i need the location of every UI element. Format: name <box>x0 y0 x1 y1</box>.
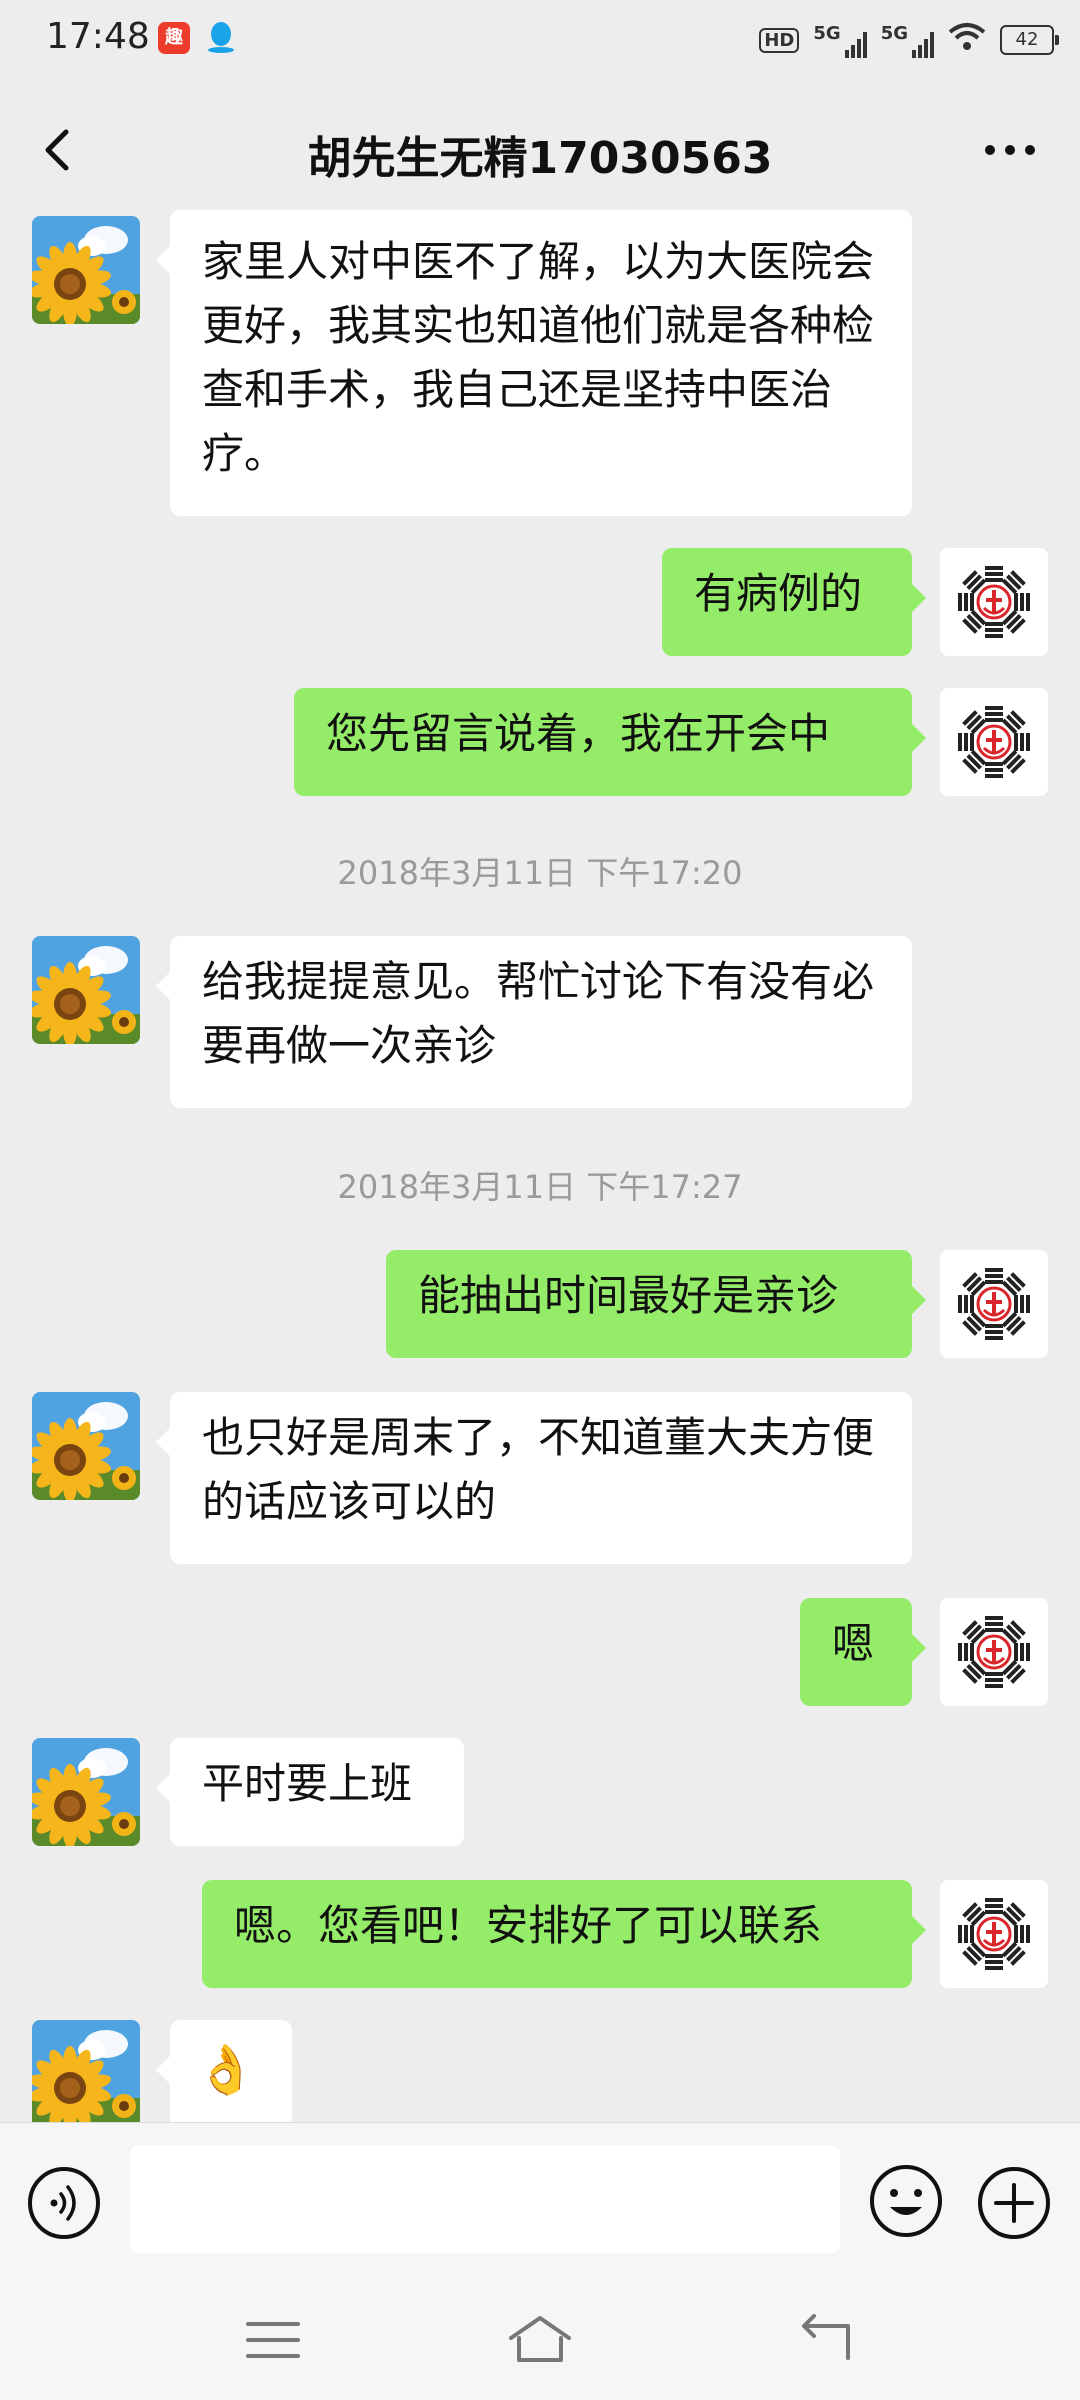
signal-icon: 5G <box>813 23 867 58</box>
hd-icon: HD <box>759 27 800 53</box>
contact-avatar[interactable] <box>32 2020 140 2122</box>
contact-avatar[interactable] <box>32 1392 140 1500</box>
my-avatar[interactable] <box>940 1250 1048 1358</box>
voice-button[interactable] <box>28 2167 100 2239</box>
qq-icon <box>206 20 236 58</box>
my-avatar[interactable] <box>940 1598 1048 1706</box>
logo-avatar-image <box>940 1880 1048 1988</box>
my-avatar[interactable] <box>940 548 1048 656</box>
contact-avatar[interactable] <box>32 936 140 1044</box>
home-icon <box>509 2316 571 2362</box>
more-dots-icon <box>985 145 1035 155</box>
sent-message[interactable]: 嗯 <box>800 1598 926 1706</box>
notification-app-icon: 趣 <box>158 22 190 54</box>
contact-avatar[interactable] <box>32 216 140 324</box>
voice-icon <box>50 2185 76 2221</box>
received-message[interactable]: 家里人对中医不了解，以为大医院会更好，我其实也知道他们就是各种检查和手术，我自己… <box>156 210 912 516</box>
home-nav-button[interactable] <box>505 2308 575 2372</box>
message-input[interactable] <box>130 2145 840 2253</box>
logo-avatar-image <box>940 1598 1048 1706</box>
received-message[interactable]: 也只好是周末了，不知道董大夫方便的话应该可以的 <box>156 1392 912 1564</box>
input-bar <box>0 2122 1080 2283</box>
system-nav-bar <box>0 2282 1080 2400</box>
more-button[interactable] <box>980 126 1040 174</box>
logo-avatar-image <box>940 688 1048 796</box>
contact-avatar[interactable] <box>32 1738 140 1846</box>
logo-avatar-image <box>940 548 1048 656</box>
signal-icon-2: 5G <box>881 23 934 58</box>
chat-header: 胡先生无精17030563 <box>0 90 1080 210</box>
sunflower-avatar-image <box>32 1738 140 1846</box>
plus-button[interactable] <box>978 2167 1050 2239</box>
sunflower-avatar-image <box>32 936 140 1044</box>
chat-title: 胡先生无精17030563 <box>307 133 773 184</box>
received-message[interactable]: 给我提提意见。帮忙讨论下有没有必要再做一次亲诊 <box>156 936 912 1108</box>
received-message[interactable]: 平时要上班 <box>156 1738 464 1846</box>
battery-icon: 42 <box>1000 25 1059 55</box>
back-icon <box>802 2314 850 2360</box>
logo-avatar-image <box>940 1250 1048 1358</box>
timestamp: 2018年3月11日 下午17:20 <box>337 854 743 892</box>
sunflower-avatar-image <box>32 2020 140 2122</box>
plus-icon <box>994 2183 1034 2223</box>
received-emoji-message[interactable]: 👌 <box>156 2020 292 2122</box>
emoji-icon <box>870 2165 942 2237</box>
emoji-button[interactable] <box>868 2163 944 2239</box>
sunflower-avatar-image <box>32 1392 140 1500</box>
chat-message-list[interactable]: 家里人对中医不了解，以为大医院会更好，我其实也知道他们就是各种检查和手术，我自己… <box>0 210 1080 2122</box>
back-nav-button[interactable] <box>790 2308 860 2372</box>
sunflower-avatar-image <box>32 216 140 324</box>
sent-message[interactable]: 您先留言说着，我在开会中 <box>294 688 926 796</box>
my-avatar[interactable] <box>940 1880 1048 1988</box>
sent-message[interactable]: 有病例的 <box>662 548 926 656</box>
timestamp: 2018年3月11日 下午17:27 <box>337 1168 743 1206</box>
sent-message[interactable]: 能抽出时间最好是亲诊 <box>386 1250 926 1358</box>
wifi-icon <box>948 22 986 58</box>
status-bar: 17:48 趣 HD 5G 5G 42 <box>0 0 1080 80</box>
sent-message[interactable]: 嗯。您看吧！安排好了可以联系 <box>202 1880 926 1988</box>
my-avatar[interactable] <box>940 688 1048 796</box>
menu-nav-button[interactable] <box>238 2308 308 2372</box>
menu-icon <box>246 2322 300 2358</box>
status-time: 17:48 <box>46 16 150 57</box>
